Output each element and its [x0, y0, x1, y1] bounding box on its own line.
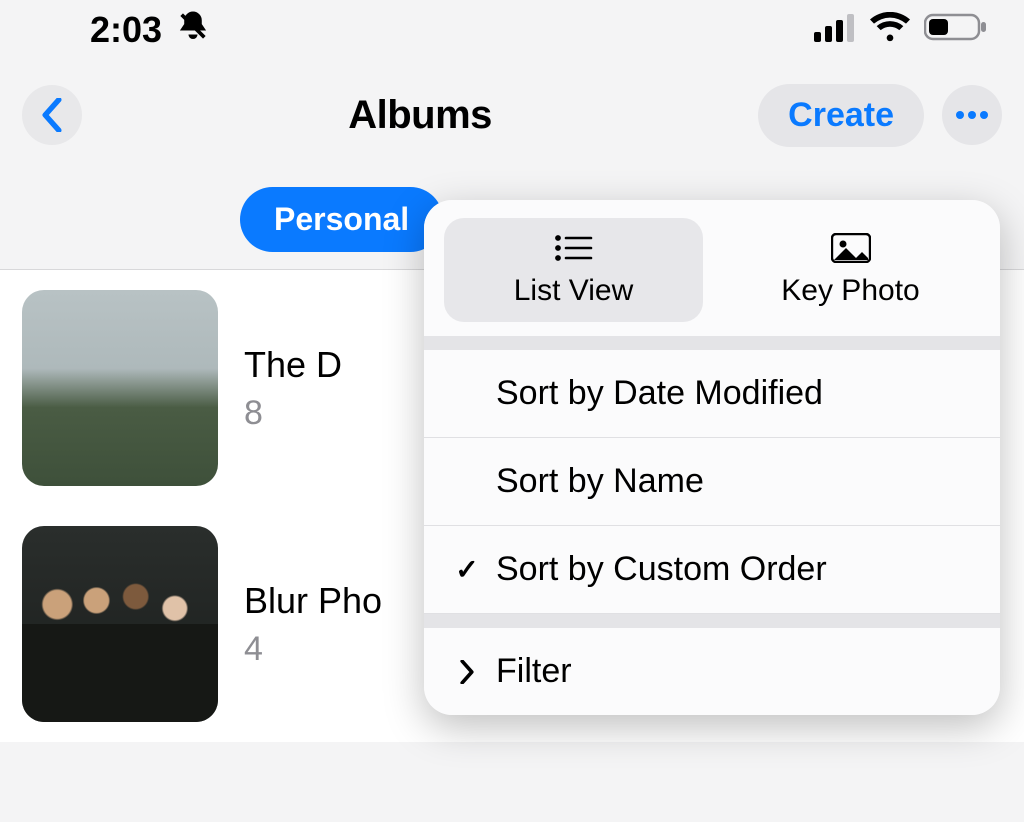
filter-label: Filter — [496, 652, 572, 691]
sort-name[interactable]: Sort by Name — [424, 438, 1000, 526]
chevron-left-icon — [40, 98, 64, 132]
sort-date-modified[interactable]: Sort by Date Modified — [424, 350, 1000, 438]
view-tab-key-photo[interactable]: Key Photo — [721, 218, 980, 322]
status-left: 2:03 — [90, 9, 210, 52]
status-right — [814, 9, 988, 51]
album-count: 8 — [244, 394, 342, 433]
ellipsis-icon — [956, 111, 988, 119]
battery-icon — [924, 9, 988, 51]
create-button[interactable]: Create — [758, 84, 924, 147]
album-thumbnail — [22, 526, 218, 722]
view-tab-list-label: List View — [514, 274, 634, 308]
album-count: 4 — [244, 630, 382, 669]
list-icon — [555, 232, 593, 264]
status-bar: 2:03 — [0, 0, 1024, 60]
silent-mode-icon — [176, 9, 210, 52]
chevron-right-icon — [452, 660, 482, 684]
filter-item[interactable]: Filter — [424, 628, 1000, 715]
sort-custom-order-label: Sort by Custom Order — [496, 550, 827, 589]
chip-personal[interactable]: Personal — [240, 187, 443, 252]
photo-icon — [831, 232, 871, 264]
sort-custom-order[interactable]: ✓ Sort by Custom Order — [424, 526, 1000, 614]
view-tab-key-photo-label: Key Photo — [781, 274, 919, 308]
view-tab-list[interactable]: List View — [444, 218, 703, 322]
album-title: Blur Pho — [244, 580, 382, 622]
nav-header: Albums Create — [0, 60, 1024, 170]
album-title: The D — [244, 344, 342, 386]
page-title: Albums — [348, 93, 492, 138]
back-button[interactable] — [22, 85, 82, 145]
album-thumbnail — [22, 290, 218, 486]
sort-date-modified-label: Sort by Date Modified — [496, 374, 823, 413]
cellular-icon — [814, 9, 856, 51]
wifi-icon — [870, 9, 910, 51]
status-time: 2:03 — [90, 9, 162, 51]
options-popover: List View Key Photo Sort by Date Modifie… — [424, 200, 1000, 715]
checkmark-icon: ✓ — [452, 553, 482, 586]
more-button[interactable] — [942, 85, 1002, 145]
sort-name-label: Sort by Name — [496, 462, 704, 501]
